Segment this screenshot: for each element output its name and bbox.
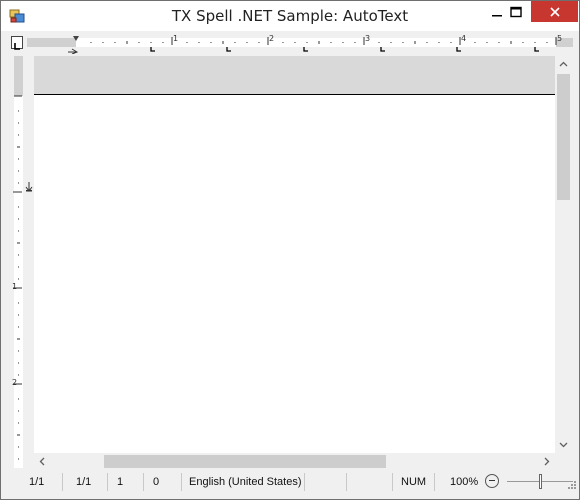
status-line: 1: [117, 476, 124, 488]
status-separator: [181, 473, 182, 491]
scroll-left-button[interactable]: [34, 453, 51, 470]
horizontal-ruler-scale: [27, 36, 573, 54]
chevron-left-icon: [39, 457, 45, 466]
status-language[interactable]: English (United States): [189, 473, 302, 491]
zoom-slider-thumb[interactable]: [539, 474, 542, 489]
ruler-label-5: 5: [557, 34, 563, 43]
ruler-label-1: 1: [173, 34, 179, 43]
title-bar[interactable]: TX Spell .NET Sample: AutoText: [1, 1, 579, 31]
close-button[interactable]: [531, 1, 578, 22]
vruler-label-2: 2: [12, 378, 18, 387]
status-num-lock: NUM: [401, 476, 427, 488]
status-bar: 1/1 1/1 1 0 English (United States) NUM …: [1, 471, 579, 493]
zoom-out-button[interactable]: [485, 474, 499, 488]
application-window: TX Spell .NET Sample: AutoText 1 2 3 4 5…: [0, 0, 580, 500]
horizontal-scroll-thumb[interactable]: [104, 455, 386, 468]
maximize-button[interactable]: [501, 1, 531, 22]
vertical-scrollbar[interactable]: [555, 56, 572, 453]
status-column: 0: [153, 476, 160, 488]
status-zoom: 100%: [450, 476, 479, 488]
status-separator: [143, 473, 144, 491]
status-section: 1/1: [76, 476, 92, 488]
scroll-right-button[interactable]: [538, 453, 555, 470]
status-separator: [62, 473, 63, 491]
horizontal-scrollbar[interactable]: [34, 453, 555, 470]
status-separator: [346, 473, 347, 491]
close-icon: [549, 6, 560, 17]
vertical-ruler-scale: [13, 56, 33, 468]
vertical-scroll-thumb[interactable]: [557, 74, 570, 200]
scroll-down-button[interactable]: [555, 436, 572, 453]
ruler-label-4: 4: [461, 34, 467, 43]
horizontal-ruler[interactable]: 1 2 3 4 5: [8, 32, 573, 54]
page-header-area[interactable]: [34, 56, 555, 95]
vertical-ruler[interactable]: 1 2: [8, 56, 34, 468]
vruler-label-1: 1: [12, 282, 18, 291]
scrollbar-corner: [555, 453, 572, 470]
document-editor[interactable]: [34, 56, 555, 453]
status-separator: [434, 473, 435, 491]
status-separator: [107, 473, 108, 491]
status-separator: [304, 473, 305, 491]
resize-grip-icon[interactable]: [567, 479, 577, 491]
scroll-up-button[interactable]: [555, 56, 572, 73]
chevron-right-icon: [544, 457, 550, 466]
ruler-label-2: 2: [269, 34, 275, 43]
status-separator: [392, 473, 393, 491]
chevron-up-icon: [559, 61, 568, 67]
chevron-down-icon: [559, 442, 568, 448]
ruler-label-3: 3: [365, 34, 371, 43]
maximize-icon: [510, 6, 522, 17]
status-page: 1/1: [29, 476, 45, 488]
